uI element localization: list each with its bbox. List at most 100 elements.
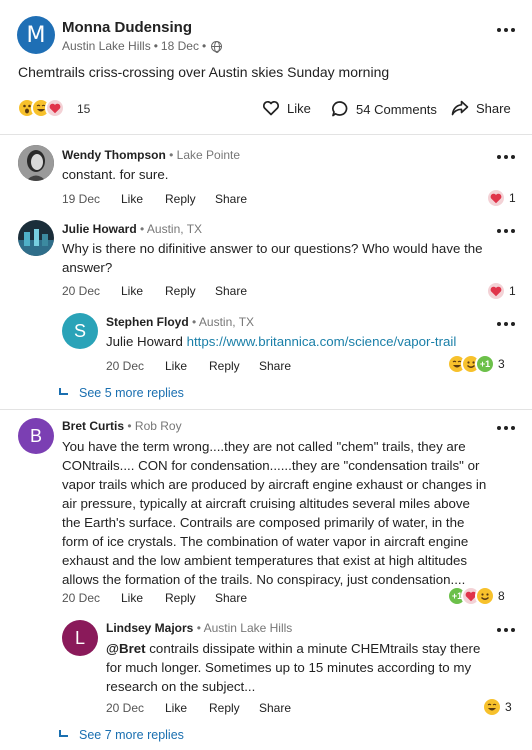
comment-date: 20 Dec <box>62 284 101 298</box>
comment-author[interactable]: Stephen Floyd • Austin, TX <box>106 315 254 329</box>
see-more-replies-link[interactable]: See 7 more replies <box>58 728 184 742</box>
author-location: • Lake Pointe <box>169 148 240 162</box>
author-name[interactable]: Bret Curtis <box>62 419 124 433</box>
more-options-button[interactable] <box>494 420 518 436</box>
author-name[interactable]: Stephen Floyd <box>106 315 189 329</box>
comment-share-button[interactable]: Share <box>215 591 247 605</box>
reply-arrow-icon <box>58 388 70 398</box>
avatar[interactable]: M <box>17 16 55 54</box>
laugh-emoji-icon <box>482 697 502 717</box>
location-text: Austin Lake Hills <box>203 621 293 635</box>
divider <box>0 134 532 135</box>
see-more-replies-link[interactable]: See 5 more replies <box>58 386 184 400</box>
comment-text: @Bret contrails dissipate within a minut… <box>106 639 494 696</box>
comment-actions: 20 Dec Like Reply Share <box>62 284 247 298</box>
comment-date: 20 Dec <box>62 591 101 605</box>
comment-reply-button[interactable]: Reply <box>209 701 259 715</box>
mention-link[interactable]: @Bret <box>106 641 146 656</box>
author-location: • Rob Roy <box>127 419 181 433</box>
more-options-button[interactable] <box>494 316 518 332</box>
comment-like-button[interactable]: Like <box>121 591 165 605</box>
reply-arrow-icon <box>58 730 70 740</box>
comment-reactions[interactable]: +1 8 <box>447 586 505 606</box>
author-location: • Austin, TX <box>192 315 254 329</box>
comment-reactions[interactable]: 1 <box>486 281 516 301</box>
more-options-button[interactable] <box>494 149 518 165</box>
name-separator: • <box>192 315 197 329</box>
location-text: Lake Pointe <box>176 148 241 162</box>
post-header: M Monna Dudensing Austin Lake Hills • 18… <box>0 0 532 60</box>
reaction-summary[interactable] <box>17 98 65 118</box>
comment-reactions[interactable]: 3 <box>482 697 512 717</box>
name-separator: • <box>169 148 174 162</box>
smile-emoji-icon <box>475 586 495 606</box>
comment-actions: 19 Dec Like Reply Share <box>62 192 247 206</box>
comment-date: 19 Dec <box>62 192 101 206</box>
avatar[interactable]: S <box>62 313 98 349</box>
author-location: • Austin Lake Hills <box>197 621 293 635</box>
comment-like-button[interactable]: Like <box>121 284 165 298</box>
like-button[interactable]: Like <box>262 100 311 116</box>
comment-reactions[interactable]: 1 <box>486 188 516 208</box>
plus-one-emoji-icon: +1 <box>475 354 495 374</box>
comment-text: constant. for sure. <box>62 167 169 182</box>
mention-link[interactable]: Julie Howard <box>106 334 183 349</box>
comment-like-button[interactable]: Like <box>121 192 165 206</box>
comment-like-button[interactable]: Like <box>165 359 209 373</box>
more-options-button[interactable] <box>494 622 518 638</box>
location-text: Rob Roy <box>134 419 182 433</box>
globe-icon <box>211 40 223 53</box>
avatar[interactable] <box>18 145 54 181</box>
like-label: Like <box>287 100 311 116</box>
comments-button[interactable]: 54 Comments <box>331 100 437 118</box>
post-author[interactable]: Monna Dudensing <box>62 19 192 36</box>
heart-emoji-icon <box>486 281 506 301</box>
comment-author[interactable]: Lindsey Majors • Austin Lake Hills <box>106 621 292 635</box>
author-name[interactable]: Wendy Thompson <box>62 148 166 162</box>
location-text: Austin, TX <box>146 222 203 236</box>
comment-author[interactable]: Julie Howard • Austin, TX <box>62 222 202 236</box>
comment-date: 20 Dec <box>106 701 145 715</box>
comment-like-button[interactable]: Like <box>165 701 209 715</box>
more-options-button[interactable] <box>494 223 518 239</box>
share-arrow-icon <box>451 100 469 116</box>
reaction-count: 3 <box>505 700 512 714</box>
comment-text: You have the term wrong....they are not … <box>62 439 487 587</box>
heart-emoji-icon <box>45 98 65 118</box>
avatar[interactable] <box>18 220 54 256</box>
comments-label: 54 Comments <box>356 101 437 117</box>
author-name[interactable]: Julie Howard <box>62 222 137 236</box>
post-date[interactable]: 18 Dec <box>161 39 199 53</box>
comment-share-button[interactable]: Share <box>215 284 247 298</box>
comment-actions: 20 Dec Like Reply Share <box>106 701 291 715</box>
comment-actions: 20 Dec Like Reply Share <box>62 591 247 605</box>
comment-author[interactable]: Bret Curtis • Rob Roy <box>62 419 182 433</box>
comment-share-button[interactable]: Share <box>215 192 247 206</box>
comment-reply-button[interactable]: Reply <box>165 284 215 298</box>
comment-reply-button[interactable]: Reply <box>165 192 215 206</box>
post-meta: Austin Lake Hills • 18 Dec • <box>62 39 223 53</box>
reaction-count: 1 <box>509 191 516 205</box>
share-button[interactable]: Share <box>451 100 511 116</box>
url-link[interactable]: https://www.britannica.com/science/vapor… <box>187 334 457 349</box>
more-options-button[interactable] <box>494 22 518 38</box>
comment-share-button[interactable]: Share <box>259 701 291 715</box>
reaction-count[interactable]: 15 <box>77 102 90 116</box>
author-name[interactable]: Lindsey Majors <box>106 621 193 635</box>
avatar[interactable]: B <box>18 418 54 454</box>
divider <box>0 409 532 410</box>
comment-reply-button[interactable]: Reply <box>209 359 259 373</box>
meta-separator: • <box>201 39 207 53</box>
post-location[interactable]: Austin Lake Hills <box>62 39 151 53</box>
comment-reactions[interactable]: +1 3 <box>447 354 505 374</box>
avatar[interactable]: L <box>62 620 98 656</box>
name-separator: • <box>140 222 145 236</box>
location-text: Austin, TX <box>198 315 255 329</box>
comment-share-button[interactable]: Share <box>259 359 291 373</box>
comment-author[interactable]: Wendy Thompson • Lake Pointe <box>62 148 240 162</box>
heart-emoji-icon <box>486 188 506 208</box>
comment-reply-button[interactable]: Reply <box>165 591 215 605</box>
author-location: • Austin, TX <box>140 222 202 236</box>
see-more-label: See 5 more replies <box>79 386 184 400</box>
name-separator: • <box>127 419 132 433</box>
